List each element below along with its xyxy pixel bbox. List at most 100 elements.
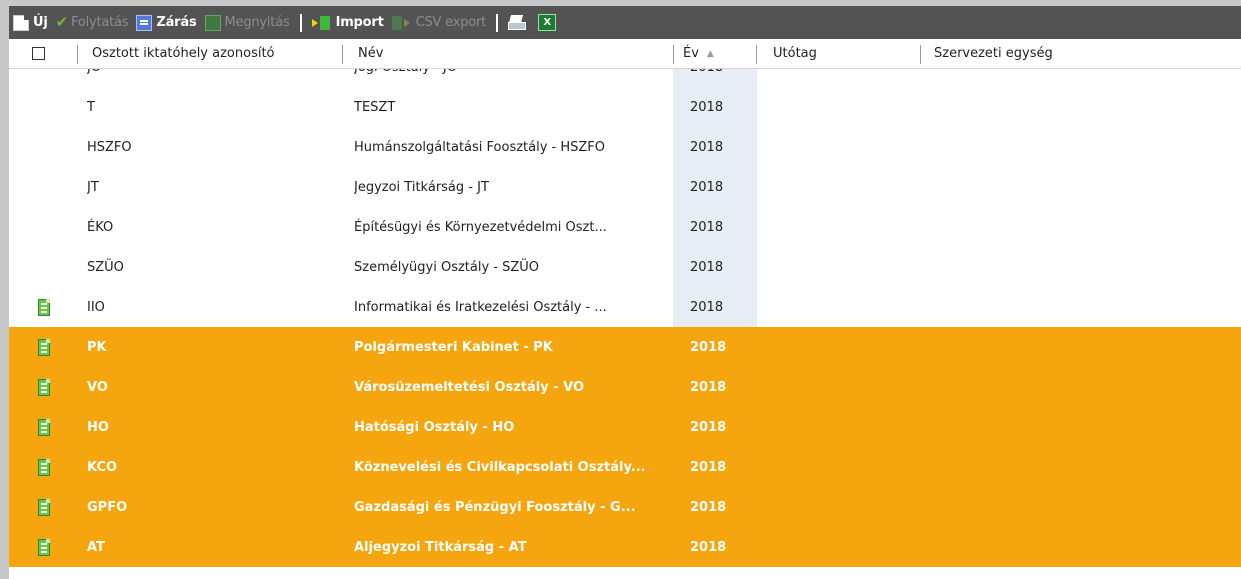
table-row[interactable]: T TESZT 2018 (9, 87, 1241, 127)
close-record-button[interactable]: Zárás (136, 6, 197, 39)
document-icon[interactable] (38, 498, 50, 516)
table-row[interactable]: IIO Informatikai és Iratkezelési Osztály… (9, 287, 1241, 327)
column-header-code-label: Osztott iktatóhely azonosító (92, 46, 275, 61)
checkmark-icon: ✔ (55, 13, 69, 31)
row-document-cell (34, 447, 54, 487)
cell-code: IIO (87, 299, 105, 315)
cell-name: Informatikai és Iratkezelési Osztály - .… (354, 299, 607, 315)
cell-year: 2018 (673, 87, 757, 127)
column-divider[interactable] (920, 45, 921, 64)
column-header-name[interactable]: Név (358, 39, 383, 68)
cell-year: 2018 (673, 247, 757, 287)
cell-code: VO (87, 379, 108, 395)
close-record-icon (136, 14, 153, 31)
row-document-cell (34, 327, 54, 367)
column-divider[interactable] (342, 45, 343, 64)
table-row-selected[interactable]: PK Polgármesteri Kabinet - PK 2018 (9, 327, 1241, 367)
cell-year: 2018 (673, 207, 757, 247)
table-body: JO Jogi Osztály - JO 2018 T TESZT 2018 H… (9, 69, 1241, 579)
continue-button[interactable]: ✔ Folytatás (56, 6, 129, 39)
table-row[interactable]: JO Jogi Osztály - JO 2018 (9, 69, 1241, 87)
import-button-label: Import (335, 15, 384, 30)
cell-code: HSZFO (87, 139, 132, 155)
table-header: Osztott iktatóhely azonosító Név Év ▲ Ut… (9, 39, 1241, 69)
cell-name: Hatósági Osztály - HO (354, 419, 515, 435)
cell-name: Jogi Osztály - JO (354, 69, 674, 87)
csv-export-button[interactable]: CSV export (391, 6, 487, 39)
cell-code: T (87, 99, 95, 115)
column-header-org-unit[interactable]: Szervezeti egység (934, 39, 1053, 68)
csv-export-icon (391, 15, 412, 31)
cell-name: Személyügyi Osztály - SZÜO (354, 259, 540, 275)
row-document-cell (34, 527, 54, 567)
document-icon[interactable] (38, 418, 50, 436)
open-button[interactable]: Megnyitás (204, 6, 290, 39)
close-record-label: Zárás (156, 15, 197, 30)
cell-name: Aljegyzoi Titkárság - AT (354, 539, 527, 555)
table-row[interactable]: HSZFO Humánszolgáltatási Foosztály - HSZ… (9, 127, 1241, 167)
select-all-checkbox[interactable] (32, 47, 45, 60)
select-all-cell (32, 39, 45, 68)
new-document-icon (13, 14, 29, 31)
column-header-name-label: Név (358, 46, 384, 61)
printer-icon (508, 15, 527, 31)
table-row-selected[interactable]: KCO Köznevelési és Civilkapcsolati Osztá… (9, 447, 1241, 487)
continue-button-label: Folytatás (71, 15, 129, 30)
row-document-cell (34, 487, 54, 527)
column-divider[interactable] (673, 45, 674, 64)
new-button-label: Új (33, 15, 48, 30)
new-button[interactable]: Új (13, 6, 48, 39)
cell-year: 2018 (690, 419, 727, 435)
document-icon[interactable] (38, 538, 50, 556)
cell-name: Gazdasági és Pénzügyi Foosztály - G... (354, 499, 636, 515)
column-header-year[interactable]: Év ▲ (683, 39, 714, 68)
column-divider[interactable] (77, 45, 78, 64)
open-record-icon (204, 14, 221, 31)
document-icon[interactable] (38, 298, 50, 316)
cell-code: AT (87, 539, 105, 555)
print-button[interactable] (508, 6, 530, 39)
cell-code: SZÜO (87, 259, 124, 275)
cell-name: TESZT (354, 99, 396, 115)
row-document-cell (34, 367, 54, 407)
row-document-cell (34, 287, 54, 327)
cell-year: 2018 (673, 167, 757, 207)
column-header-suffix-label: Utótag (773, 46, 817, 61)
toolbar-separator (299, 13, 302, 32)
cell-year: 2018 (690, 539, 727, 555)
table-row-selected[interactable]: VO Városüzemeltetési Osztály - VO 2018 (9, 367, 1241, 407)
cell-code: PK (87, 339, 107, 355)
table-row[interactable]: ÉKO Építésügyi és Környezetvédelmi Oszt.… (9, 207, 1241, 247)
document-icon[interactable] (38, 378, 50, 396)
excel-icon: X (538, 14, 557, 31)
sort-ascending-icon: ▲ (706, 48, 714, 59)
table-row[interactable]: JT Jegyzoi Titkárság - JT 2018 (9, 167, 1241, 207)
toolbar-separator (496, 13, 499, 32)
cell-code: ÉKO (87, 219, 114, 235)
table-row-selected[interactable]: HO Hatósági Osztály - HO 2018 (9, 407, 1241, 447)
table-row-selected[interactable]: AT Aljegyzoi Titkárság - AT 2018 (9, 527, 1241, 567)
cell-year: 2018 (690, 499, 727, 515)
cell-code: JO (87, 69, 337, 87)
cell-name: Jegyzoi Titkárság - JT (354, 179, 489, 195)
csv-export-label: CSV export (415, 15, 487, 30)
cell-year: 2018 (673, 69, 757, 87)
document-icon[interactable] (38, 338, 50, 356)
table-row-selected[interactable]: GPFO Gazdasági és Pénzügyi Foosztály - G… (9, 487, 1241, 527)
cell-year: 2018 (673, 287, 757, 327)
cell-code: GPFO (87, 499, 128, 515)
table-row[interactable]: SZÜO Személyügyi Osztály - SZÜO 2018 (9, 247, 1241, 287)
left-border (0, 6, 9, 579)
document-icon[interactable] (38, 458, 50, 476)
cell-name: Humánszolgáltatási Foosztály - HSZFO (354, 139, 606, 155)
column-header-suffix[interactable]: Utótag (773, 39, 817, 68)
column-divider[interactable] (756, 45, 757, 64)
column-header-org-unit-label: Szervezeti egység (934, 46, 1053, 61)
import-button[interactable]: Import (311, 6, 384, 39)
column-header-code[interactable]: Osztott iktatóhely azonosító (92, 39, 275, 68)
excel-export-button[interactable]: X (538, 6, 560, 39)
cell-year: 2018 (690, 339, 727, 355)
cell-name: Városüzemeltetési Osztály - VO (354, 379, 585, 395)
cell-name: Építésügyi és Környezetvédelmi Oszt... (354, 219, 607, 235)
cell-name: Polgármesteri Kabinet - PK (354, 339, 553, 355)
